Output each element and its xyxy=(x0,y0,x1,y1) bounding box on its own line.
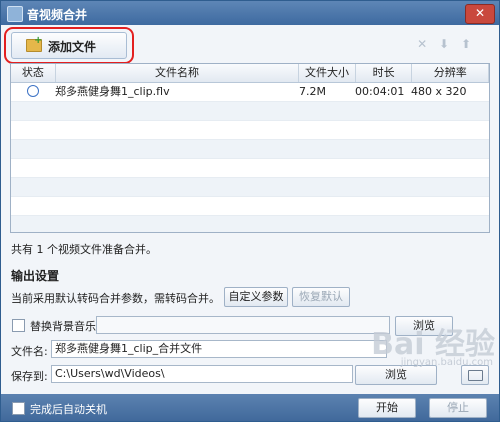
saveto-browse-button[interactable]: 浏览 xyxy=(355,365,437,385)
filename-label: 文件名: xyxy=(11,345,48,358)
folder-open-icon xyxy=(467,370,483,381)
merge-window: 音视频合并 ✕ + 添加文件 ✕ ⬇ ⬆ 状态 文件名称 文件大小 时长 分辨率… xyxy=(0,0,500,422)
title-bar: 音视频合并 ✕ xyxy=(1,1,499,25)
header-resolution[interactable]: 分辨率 xyxy=(412,64,489,82)
output-heading: 输出设置 xyxy=(11,269,60,283)
cell-resolution: 480 x 320 xyxy=(411,85,467,98)
file-table: 状态 文件名称 文件大小 时长 分辨率 郑多燕健身舞1_clip.flv 7.2… xyxy=(10,63,490,233)
table-row xyxy=(11,140,489,159)
remove-icon[interactable]: ✕ xyxy=(417,37,427,51)
table-row xyxy=(11,197,489,216)
close-button[interactable]: ✕ xyxy=(465,4,495,24)
header-duration[interactable]: 时长 xyxy=(356,64,413,82)
cell-duration: 00:04:01 xyxy=(355,85,405,98)
bg-music-field[interactable] xyxy=(96,316,390,334)
table-row xyxy=(11,159,489,178)
table-row[interactable]: 郑多燕健身舞1_clip.flv 7.2M 00:04:01 480 x 320 xyxy=(11,83,489,102)
app-icon xyxy=(7,6,23,22)
highlight-circle xyxy=(4,27,134,64)
auto-shutdown-checkbox[interactable] xyxy=(12,402,25,415)
cell-filesize: 7.2M xyxy=(299,85,326,98)
toolbar-icons: ✕ ⬇ ⬆ xyxy=(409,37,471,51)
table-row xyxy=(11,216,489,232)
filename-input[interactable]: 郑多燕健身舞1_clip_合并文件 xyxy=(51,340,387,358)
bottom-bar: 完成后自动关机 开始 停止 xyxy=(1,394,499,421)
restore-default-button[interactable]: 恢复默认 xyxy=(292,287,350,307)
auto-shutdown-label: 完成后自动关机 xyxy=(30,403,107,416)
output-desc: 当前采用默认转码合并参数，需转码合并。 xyxy=(11,292,220,305)
bg-music-label: 替换背景音乐 xyxy=(30,320,96,333)
header-status[interactable]: 状态 xyxy=(11,64,56,82)
bg-music-checkbox[interactable] xyxy=(12,319,25,332)
window-title: 音视频合并 xyxy=(27,8,88,22)
cell-filename: 郑多燕健身舞1_clip.flv xyxy=(55,85,170,98)
toolbar: + 添加文件 ✕ ⬇ ⬆ xyxy=(1,25,499,64)
saveto-input[interactable]: C:\Users\wd\Videos\ xyxy=(51,365,353,383)
stop-button[interactable]: 停止 xyxy=(429,398,487,418)
start-button[interactable]: 开始 xyxy=(358,398,416,418)
summary-text: 共有 1 个视频文件准备合并。 xyxy=(11,243,157,256)
table-row xyxy=(11,121,489,140)
watermark-url: jingyan.baidu.com xyxy=(400,357,493,368)
clock-icon xyxy=(27,85,39,97)
custom-params-button[interactable]: 自定义参数 xyxy=(224,287,288,307)
saveto-label: 保存到: xyxy=(11,370,48,383)
table-row xyxy=(11,102,489,121)
table-header: 状态 文件名称 文件大小 时长 分辨率 xyxy=(11,64,489,83)
open-folder-button[interactable] xyxy=(461,365,489,385)
header-filename[interactable]: 文件名称 xyxy=(56,64,300,82)
move-down-icon[interactable]: ⬇ xyxy=(439,37,449,51)
table-row xyxy=(11,178,489,197)
header-filesize[interactable]: 文件大小 xyxy=(299,64,356,82)
move-up-icon[interactable]: ⬆ xyxy=(461,37,471,51)
